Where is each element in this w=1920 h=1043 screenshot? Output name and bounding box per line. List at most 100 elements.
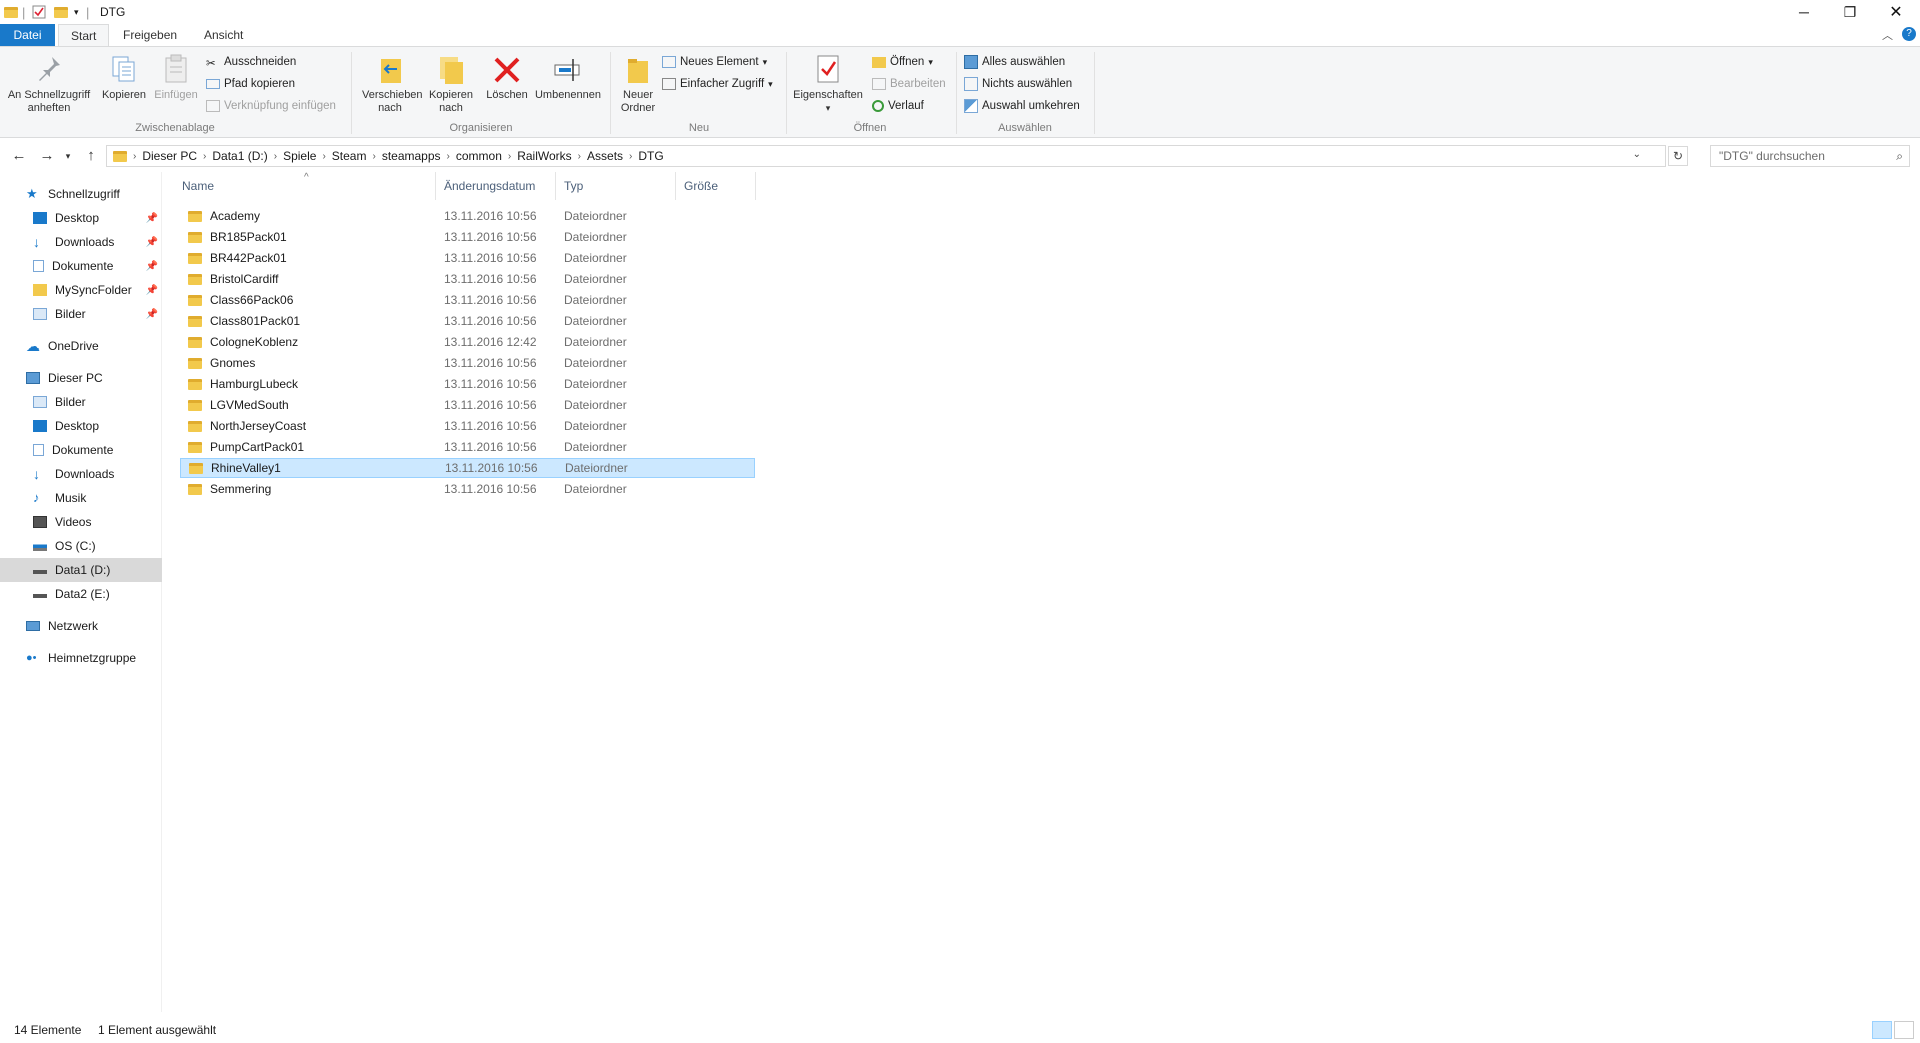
history-button[interactable]: Verlauf	[872, 97, 924, 115]
paste-shortcut-button[interactable]: Verknüpfung einfügen	[206, 97, 336, 115]
pin-icon	[34, 53, 64, 85]
breadcrumb-item[interactable]: Data1 (D:)	[206, 149, 273, 163]
easy-access-icon	[662, 78, 676, 90]
edit-button[interactable]: Bearbeiten	[872, 75, 946, 93]
tab-ansicht[interactable]: Ansicht	[192, 24, 255, 47]
pin-icon: 📌	[145, 284, 158, 296]
table-row[interactable]: BristolCardiff 13.11.2016 10:56 Dateiordne…	[180, 269, 755, 289]
table-row[interactable]: CologneKoblenz 13.11.2016 12:42 Dateiordne…	[180, 332, 755, 352]
nav-item-network[interactable]: Netzwerk	[0, 614, 162, 638]
column-header-date[interactable]: Änderungsdatum	[436, 172, 556, 200]
new-item-button[interactable]: Neues Element ▾	[662, 53, 767, 71]
nav-item-downloads[interactable]: ↓ Downloads 📌	[0, 230, 162, 254]
nav-item-music[interactable]: ♪ Musik	[0, 486, 162, 510]
cut-button[interactable]: ✂ Ausschneiden	[206, 53, 296, 71]
new-folder-qa-icon[interactable]	[54, 4, 68, 20]
breadcrumb-item[interactable]: common	[450, 149, 508, 163]
details-view-button[interactable]	[1872, 1021, 1892, 1039]
file-name: LGVMedSouth	[210, 398, 289, 412]
column-header-type[interactable]: Typ	[556, 172, 676, 200]
close-button[interactable]: ✕	[1873, 0, 1919, 24]
column-header-size[interactable]: Größe	[676, 172, 756, 200]
tab-freigeben[interactable]: Freigeben	[111, 24, 189, 47]
nav-item-desktop[interactable]: Desktop 📌	[0, 206, 162, 230]
table-row[interactable]: Class66Pack06 13.11.2016 10:56 Dateiordner	[180, 290, 755, 310]
table-row[interactable]: BR185Pack01 13.11.2016 10:56 Dateiordner	[180, 227, 755, 247]
table-row[interactable]: NorthJerseyCoast 13.11.2016 10:56 Dateiord…	[180, 416, 755, 436]
nav-item-downloads[interactable]: ↓ Downloads	[0, 462, 162, 486]
table-row[interactable]: LGVMedSouth 13.11.2016 10:56 Dateiordner	[180, 395, 755, 415]
table-row[interactable]: PumpCartPack01 13.11.2016 10:56 Dateiordne…	[180, 437, 755, 457]
nav-item-onedrive[interactable]: ☁ OneDrive	[0, 334, 162, 358]
breadcrumb-item[interactable]: Steam	[326, 149, 373, 163]
up-button[interactable]: ↑	[80, 146, 102, 166]
drive-icon	[33, 590, 47, 598]
properties-button[interactable]: Eigenschaften ▾	[790, 53, 866, 115]
delete-button[interactable]: Löschen	[482, 53, 532, 102]
table-row-selected[interactable]: RhineValley1 13.11.2016 10:56 Dateiordner	[180, 458, 755, 478]
back-button[interactable]: ←	[8, 146, 30, 166]
table-row[interactable]: BR442Pack01 13.11.2016 10:56 Dateiordner	[180, 248, 755, 268]
nav-item-pictures[interactable]: Bilder	[0, 390, 162, 414]
nav-item-data1-d[interactable]: Data1 (D:)	[0, 558, 162, 582]
nav-item-documents[interactable]: Dokumente 📌	[0, 254, 162, 278]
copy-path-button[interactable]: Pfad kopieren	[206, 75, 295, 93]
move-to-button[interactable]: Verschieben nach	[356, 53, 424, 115]
invert-selection-button[interactable]: Auswahl umkehren	[964, 97, 1080, 115]
nav-item-data2-e[interactable]: Data2 (E:)	[0, 582, 162, 606]
copy-button[interactable]: Kopieren	[98, 53, 150, 102]
open-button[interactable]: Öffnen ▾	[872, 53, 933, 71]
address-dropdown-icon[interactable]: ⌄	[1633, 149, 1641, 160]
breadcrumb-item[interactable]: Spiele	[277, 149, 322, 163]
nav-item-videos[interactable]: Videos	[0, 510, 162, 534]
table-row[interactable]: Academy 13.11.2016 10:56 Dateiordner	[180, 206, 755, 226]
nav-item-os-c[interactable]: OS (C:)	[0, 534, 162, 558]
recent-locations-dropdown-icon[interactable]: ▾	[62, 146, 74, 166]
search-input[interactable]: "DTG" durchsuchen ⌕	[1710, 145, 1910, 167]
minimize-button[interactable]: ─	[1781, 0, 1827, 24]
table-row[interactable]: Class801Pack01 13.11.2016 10:56 Dateiordne…	[180, 311, 755, 331]
table-row[interactable]: Semmering 13.11.2016 10:56 Dateiordner	[180, 479, 755, 499]
status-bar: 14 Elemente 1 Element ausgewählt	[0, 1018, 1920, 1043]
table-row[interactable]: Gnomes 13.11.2016 10:56 Dateiordner	[180, 353, 755, 373]
easy-access-button[interactable]: Einfacher Zugriff ▾	[662, 75, 773, 93]
tab-start[interactable]: Start	[58, 24, 110, 48]
nav-item-label: Videos	[55, 515, 92, 529]
breadcrumb-item[interactable]: Assets	[581, 149, 629, 163]
refresh-button[interactable]: ↻	[1668, 146, 1688, 166]
nav-item-homegroup[interactable]: ●• Heimnetzgruppe	[0, 646, 162, 670]
copy-to-label: Kopieren nach	[428, 89, 474, 114]
cut-label: Ausschneiden	[224, 56, 297, 68]
collapse-ribbon-icon[interactable]: ︿	[1882, 27, 1893, 43]
nav-item-documents[interactable]: Dokumente	[0, 438, 162, 462]
copy-to-button[interactable]: Kopieren nach	[420, 53, 482, 115]
breadcrumb-item[interactable]: steamapps	[376, 149, 447, 163]
pin-icon: 📌	[145, 260, 158, 272]
help-icon[interactable]: ?	[1902, 27, 1916, 41]
file-name: HamburgLubeck	[210, 377, 299, 391]
nav-item-pictures[interactable]: Bilder 📌	[0, 302, 162, 326]
file-type: Dateiordner	[564, 440, 627, 454]
select-all-button[interactable]: Alles auswählen	[964, 53, 1065, 71]
breadcrumb-item[interactable]: Dieser PC	[136, 149, 203, 163]
forward-button[interactable]: →	[36, 146, 58, 166]
nav-item-mysyncfolder[interactable]: MySyncFolder 📌	[0, 278, 162, 302]
table-row[interactable]: HamburgLubeck 13.11.2016 10:56 Dateiordner	[180, 374, 755, 394]
pin-quick-access-button[interactable]: An Schnellzugriff anheften	[6, 53, 92, 115]
new-folder-button[interactable]: Neuer Ordner	[614, 53, 662, 115]
breadcrumb-item[interactable]: RailWorks	[511, 149, 577, 163]
address-bar[interactable]: › Dieser PC › Data1 (D:) › Spiele › Stea…	[106, 145, 1666, 167]
nav-item-this-pc[interactable]: Dieser PC	[0, 366, 162, 390]
qa-dropdown-icon[interactable]: ▾	[74, 4, 79, 20]
tab-datei[interactable]: Datei	[0, 24, 55, 47]
breadcrumb-item[interactable]: DTG	[632, 149, 669, 163]
nav-item-quick-access[interactable]: ★ Schnellzugriff	[0, 182, 162, 206]
select-none-button[interactable]: Nichts auswählen	[964, 75, 1072, 93]
maximize-button[interactable]: ❐	[1827, 0, 1873, 24]
properties-qa-icon[interactable]	[32, 4, 46, 20]
large-icons-view-button[interactable]	[1894, 1021, 1914, 1039]
rename-button[interactable]: Umbenennen	[532, 53, 604, 102]
paste-button[interactable]: Einfügen	[150, 53, 202, 102]
nav-item-desktop[interactable]: Desktop	[0, 414, 162, 438]
column-header-name[interactable]: Name	[164, 172, 436, 200]
